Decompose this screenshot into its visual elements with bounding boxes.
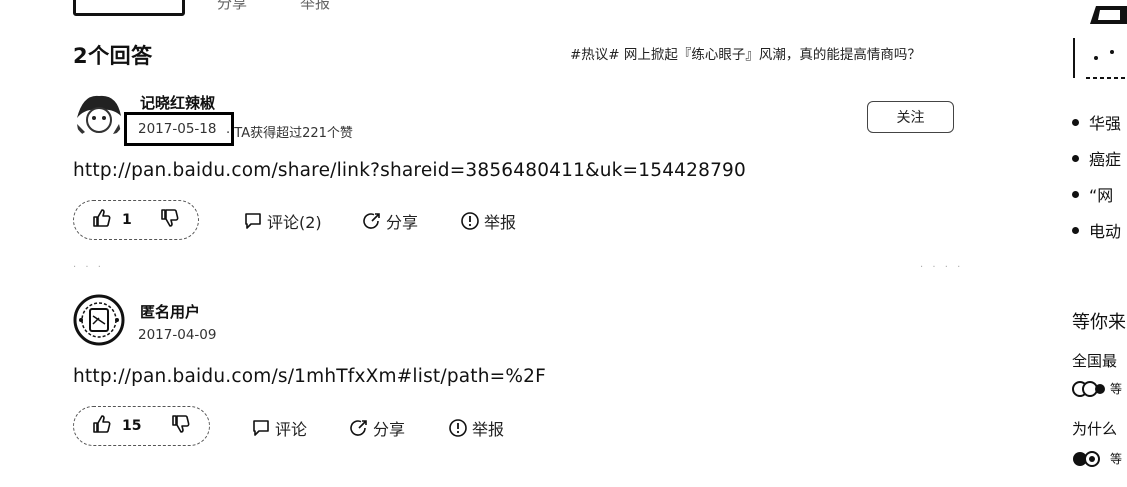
bullet-icon (1072, 118, 1079, 126)
divider-dots-left: · · · (73, 262, 104, 273)
answer-1-meta: · TA获得超过221个赞 (226, 126, 353, 141)
answer-2-avatar[interactable] (73, 294, 125, 346)
sidebar-item-label: “网 (1089, 186, 1114, 205)
date-highlight-box (124, 112, 234, 146)
sidebar-question-2[interactable]: 为什么 (1072, 418, 1117, 439)
top-share-link[interactable]: 分享 (217, 0, 247, 13)
answer-2-report-button[interactable]: 举报 (448, 416, 504, 440)
answer-2-username: 匿名用户 (140, 303, 201, 321)
top-report-link[interactable]: 举报 (300, 0, 330, 13)
report-icon (449, 419, 467, 437)
sidebar-hot-list: 华强 癌症 “网 电动 (1072, 104, 1121, 248)
anonymous-avatar-icon (73, 294, 125, 346)
answer-1-username[interactable]: 记晓红辣椒 (140, 92, 215, 113)
sidebar-question-meta-text: 等 (1110, 452, 1123, 466)
sidebar-list-item[interactable]: “网 (1072, 176, 1121, 212)
answer-2-comment-label: 评论 (275, 420, 308, 439)
answer-2-report-label: 举报 (472, 420, 505, 439)
avatar-image (73, 88, 125, 140)
user-avatars-icon (1072, 380, 1105, 397)
sidebar-question-2-meta: 等 (1072, 450, 1122, 467)
answer-1-share-label: 分享 (386, 213, 419, 232)
sidebar-item-label: 华强 (1089, 114, 1122, 133)
answer-1-share-button[interactable]: 分享 (362, 209, 418, 233)
answer-2-date: 2017-04-09 (138, 327, 217, 343)
answer-2-like-count: 15 (122, 418, 142, 434)
sidebar-question-1[interactable]: 全国最 (1072, 350, 1117, 371)
bullet-icon (1072, 190, 1079, 198)
answer-1-content[interactable]: http://pan.baidu.com/share/link?shareid=… (73, 160, 746, 181)
bullet-icon (1072, 226, 1079, 234)
sidebar-item-label: 癌症 (1089, 150, 1122, 169)
answer-1-comment-button[interactable]: 评论(2) (243, 209, 322, 233)
answer-2-vote-pill: 15 (73, 406, 210, 446)
hot-topic-link[interactable]: #热议# 网上掀起『练心眼子』风潮，真的能提高情商吗？ (570, 43, 921, 63)
sidebar-list-item[interactable]: 华强 (1072, 104, 1121, 140)
answer-1-comment-label: 评论(2) (267, 213, 322, 232)
share-icon (363, 213, 380, 229)
answer-2-share-button[interactable]: 分享 (349, 416, 405, 440)
answer-1-report-button[interactable]: 举报 (460, 209, 516, 233)
share-icon (350, 420, 367, 436)
sidebar-list-item[interactable]: 电动 (1072, 212, 1121, 248)
report-icon (461, 212, 479, 230)
bullet-icon (1072, 154, 1079, 162)
sidebar-banner-image[interactable] (1072, 36, 1127, 84)
sidebar-item-label: 电动 (1089, 222, 1122, 241)
answers-count-title: 2个回答 (73, 44, 153, 68)
divider-dots-right: · · · · (920, 262, 964, 273)
sidebar-question-1-meta: 等 (1072, 380, 1122, 397)
thumbs-up-icon[interactable] (92, 414, 112, 438)
thumbs-down-icon[interactable] (171, 414, 191, 438)
answer-2-comment-button[interactable]: 评论 (251, 416, 307, 440)
comment-icon (245, 213, 261, 229)
follow-button[interactable]: 关注 (867, 101, 954, 133)
user-avatars-icon (1073, 450, 1100, 467)
answer-1-avatar[interactable] (73, 88, 125, 140)
top-action-button[interactable] (73, 0, 185, 16)
answer-1-like-count: 1 (122, 212, 132, 228)
sidebar-logo (1090, 4, 1127, 26)
thumbs-up-icon[interactable] (92, 208, 112, 232)
sidebar-list-item[interactable]: 癌症 (1072, 140, 1121, 176)
thumbs-down-icon[interactable] (160, 208, 180, 232)
answer-1-report-label: 举报 (484, 213, 517, 232)
sidebar-section-heading: 等你来 (1072, 312, 1126, 333)
answer-2-share-label: 分享 (373, 420, 406, 439)
comment-icon (253, 420, 269, 436)
sidebar-question-meta-text: 等 (1110, 382, 1123, 396)
answer-1-vote-pill: 1 (73, 200, 199, 240)
answer-2-content[interactable]: http://pan.baidu.com/s/1mhTfxXm#list/pat… (73, 366, 546, 387)
